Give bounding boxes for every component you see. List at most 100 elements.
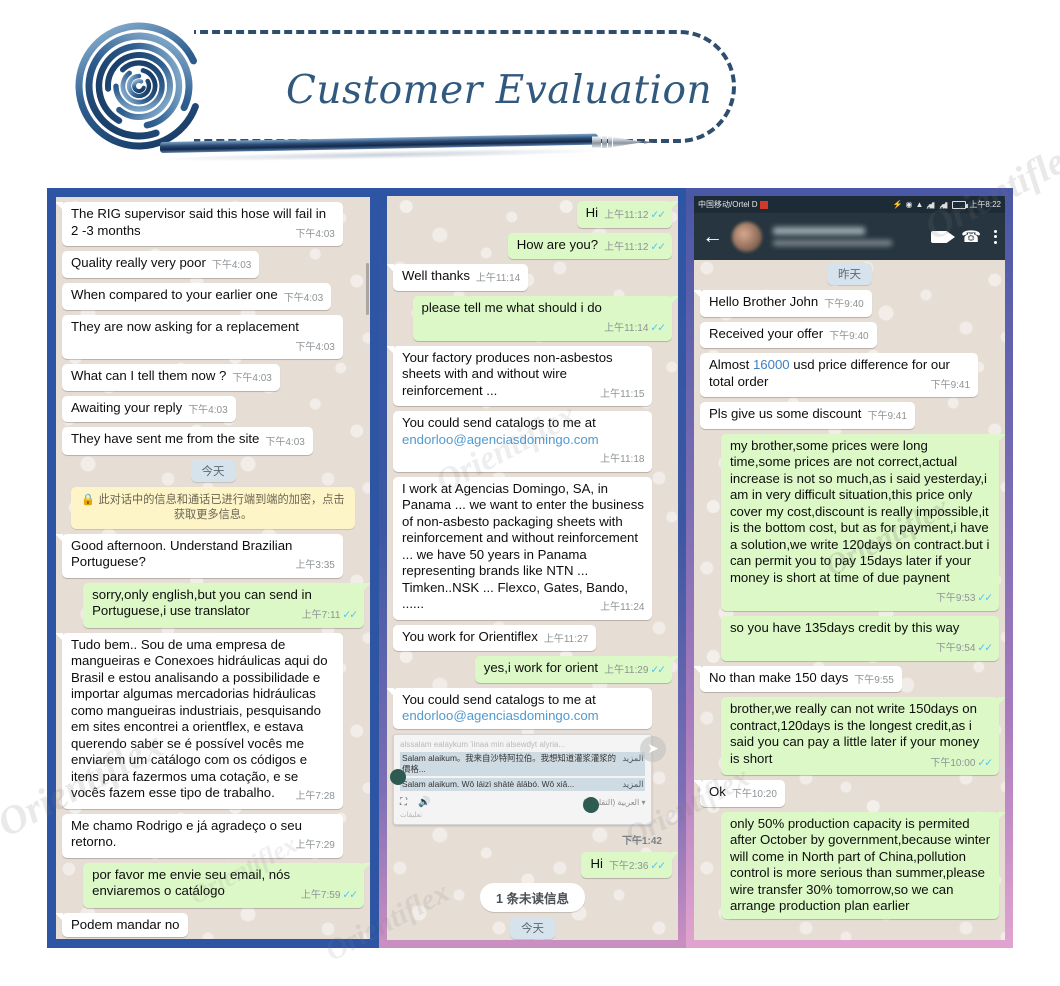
encryption-notice[interactable]: 🔒 此对话中的信息和通话已进行端到端的加密，点击获取更多信息。 <box>71 486 355 529</box>
lock-icon: 🔒 <box>81 493 96 506</box>
message-bubble-in[interactable]: You could send catalogs to me at endorlo… <box>387 687 653 729</box>
message-bubble-out[interactable]: my brother,some prices were long time,so… <box>720 433 1005 611</box>
selection-handle-icon[interactable] <box>583 796 600 813</box>
video-call-icon[interactable] <box>931 230 956 243</box>
message-bubble-in[interactable]: Hello Brother John 下午9:40 <box>694 290 872 317</box>
message-timestamp: 上午7:59 ✓✓ <box>300 889 358 901</box>
contact-info[interactable] <box>771 227 922 246</box>
message-bubble-out[interactable]: por favor me envie seu email, nós enviar… <box>83 862 370 908</box>
highlighted-number[interactable]: 16000 <box>753 357 790 372</box>
message-row: Podem mandar no <box>56 912 364 937</box>
unread-counter: 1 条未读信息 <box>480 883 585 912</box>
message-bubble-in[interactable]: Received your offer 下午9:40 <box>700 321 877 348</box>
translator-line-2[interactable]: Salam alaikum. Wǒ láizì shātè ālābó. Wǒ … <box>400 777 646 791</box>
message-text: Me chamo Rodrigo e já agradeço o seu ret… <box>71 817 302 850</box>
message-bubble-in[interactable]: You could send catalogs to me at endorlo… <box>393 411 653 472</box>
message-bubble-out[interactable]: Hi 上午11:12 ✓✓ <box>576 201 678 228</box>
message-bubble-out[interactable]: so you have 135days credit by this way 下午… <box>720 615 999 661</box>
back-arrow-icon[interactable]: ← <box>702 226 723 247</box>
message-row: Me chamo Rodrigo e já agradeço o seu ret… <box>62 813 364 858</box>
message-bubble-out[interactable]: only 50% production capacity is permited… <box>720 811 1005 919</box>
message-row: They are now asking for a replacement 下午4… <box>62 315 364 359</box>
message-bubble-in[interactable]: Pls give us some discount 下午9:41 <box>700 402 915 429</box>
carrier-label: 中国移动/Ortel D <box>698 200 758 209</box>
message-text: No than make 150 days <box>709 669 849 685</box>
message-bubble-out[interactable]: please tell me what should i do 上午11:14 ✓✓ <box>412 295 678 341</box>
page-root: Customer Evaluation The RIG supervisor s… <box>0 0 1060 986</box>
message-text: Podem mandar no <box>71 916 180 932</box>
message-text: por favor me envie seu email, nós enviar… <box>92 866 291 899</box>
message-timestamp: 上午11:12 ✓✓ <box>604 240 666 253</box>
message-text: You work for Orientiflex <box>402 628 538 644</box>
read-ticks-icon: ✓✓ <box>650 859 666 872</box>
message-bubble-out[interactable]: How are you? 上午11:12 ✓✓ <box>507 232 672 259</box>
overflow-menu-icon[interactable] <box>994 229 997 244</box>
translator-footer[interactable]: تعليقات <box>400 811 645 819</box>
signal-icon <box>926 202 935 209</box>
message-list-3[interactable]: 昨天 Hello Brother John 下午9:40 Received your … <box>694 260 1005 919</box>
selection-handle-icon[interactable] <box>390 768 406 785</box>
phone-status-bar: 中国移动/Ortel D ⚡ ◉ ▲ 上午8:22 <box>694 196 1005 213</box>
message-row: Good afternoon. Understand Brazilian Por… <box>56 533 364 578</box>
message-row: You work for Orientiflex 上午11:27 <box>393 624 672 651</box>
message-text: You could send catalogs to me at endorlo… <box>402 415 599 447</box>
message-row: Hi 上午11:12 ✓✓ <box>393 201 678 228</box>
message-bubble-out[interactable]: Hi 下午2:36 ✓✓ <box>581 851 678 878</box>
message-bubble-in[interactable]: They have sent me from the site 下午4:03 <box>62 427 313 455</box>
translator-card[interactable]: alssalam ealaykum 'iinaa min alsewdyt al… <box>390 733 653 825</box>
message-bubble-in[interactable]: Awaiting your reply 下午4:03 <box>62 395 236 422</box>
scrollbar-thumb[interactable] <box>366 263 369 315</box>
message-timestamp: 下午9:55 <box>854 674 894 686</box>
message-text: Ok <box>709 784 726 799</box>
signal-icon <box>939 202 948 209</box>
message-text: only 50% production capacity is permited… <box>729 815 991 914</box>
message-bubble-out[interactable]: brother,we really can not write 150days … <box>720 697 1005 775</box>
message-timestamp: 下午2:36 ✓✓ <box>608 859 666 872</box>
message-timestamp: 上午11:29 ✓✓ <box>604 664 666 676</box>
message-bubble-out[interactable]: yes,i work for orient 上午11:29 ✓✓ <box>474 656 678 683</box>
message-bubble-in[interactable]: Good afternoon. Understand Brazilian Por… <box>56 533 343 578</box>
message-bubble-in[interactable]: I work at Agencias Domingo, SA, in Panam… <box>393 476 653 620</box>
message-list-2[interactable]: Hi 上午11:12 ✓✓ How are you? 上午11:12 ✓✓ Well tha… <box>387 196 678 940</box>
message-bubble-in[interactable]: Your factory produces non-asbestos sheet… <box>387 345 653 406</box>
message-bubble-in[interactable]: The RIG supervisor said this hose will f… <box>56 202 343 246</box>
message-timestamp: 下午9:40 <box>829 330 869 342</box>
voice-call-icon[interactable]: ☎ <box>961 227 981 247</box>
message-row: You could send catalogs to me at endorlo… <box>393 411 672 472</box>
message-timestamp: 下午9:41 <box>930 379 971 391</box>
speaker-icon[interactable]: 🔊 <box>418 797 430 808</box>
message-bubble-out[interactable]: sorry,only english,but you can send in P… <box>83 582 370 628</box>
eye-icon: ◉ <box>905 200 913 209</box>
message-timestamp: 上午7:11 ✓✓ <box>301 609 358 621</box>
message-row: Hello Brother John 下午9:40 <box>694 290 999 317</box>
contact-status <box>773 240 893 246</box>
message-row: please tell me what should i do 上午11:14 ✓✓ <box>393 295 678 341</box>
message-bubble-in[interactable]: You work for Orientiflex 上午11:27 <box>393 624 597 651</box>
message-bubble-in[interactable]: Quality really very poor 下午4:03 <box>62 251 260 278</box>
message-bubble-in[interactable]: Ok 下午10:20 <box>694 780 785 807</box>
message-text: so you have 135days credit by this way <box>729 619 960 635</box>
date-divider-row: 昨天 <box>700 263 999 285</box>
message-row: my brother,some prices were long time,so… <box>700 433 1005 611</box>
message-text: sorry,only english,but you can send in P… <box>92 586 312 619</box>
message-text: please tell me what should i do <box>421 299 602 315</box>
message-bubble-in[interactable]: Almost 16000 usd price difference for ou… <box>700 353 979 397</box>
message-timestamp: 上午11:15 <box>600 388 645 400</box>
message-list-1[interactable]: The RIG supervisor said this hose will f… <box>56 197 370 939</box>
message-bubble-in[interactable]: What can I tell them now ? 下午4:03 <box>62 364 280 391</box>
notification-badge-icon <box>759 200 768 209</box>
message-bubble-in[interactable]: Podem mandar no <box>56 912 188 937</box>
avatar[interactable] <box>732 221 762 252</box>
message-row: No than make 150 days 下午9:55 <box>694 665 999 692</box>
share-icon[interactable]: ➤ <box>640 735 666 762</box>
message-bubble-in[interactable]: Me chamo Rodrigo e já agradeço o seu ret… <box>62 813 343 858</box>
email-link[interactable]: endorloo@agenciasdomingo.com <box>402 708 599 723</box>
message-bubble-in[interactable]: Tudo bem.. Sou de uma empresa de manguei… <box>56 632 343 809</box>
translator-line-1[interactable]: Salam alaikum。我来自沙特阿拉伯。我想知道灌浆灌浆的價格... الم… <box>400 751 646 776</box>
expand-icon[interactable]: ⛶ <box>400 797 407 808</box>
email-link[interactable]: endorloo@agenciasdomingo.com <box>402 432 599 447</box>
message-bubble-in[interactable]: No than make 150 days 下午9:55 <box>694 665 902 692</box>
message-bubble-in[interactable]: Well thanks 上午11:14 <box>387 264 529 291</box>
message-bubble-in[interactable]: When compared to your earlier one 下午4:03 <box>62 282 332 310</box>
message-bubble-in[interactable]: They are now asking for a replacement 下午4… <box>62 315 343 359</box>
